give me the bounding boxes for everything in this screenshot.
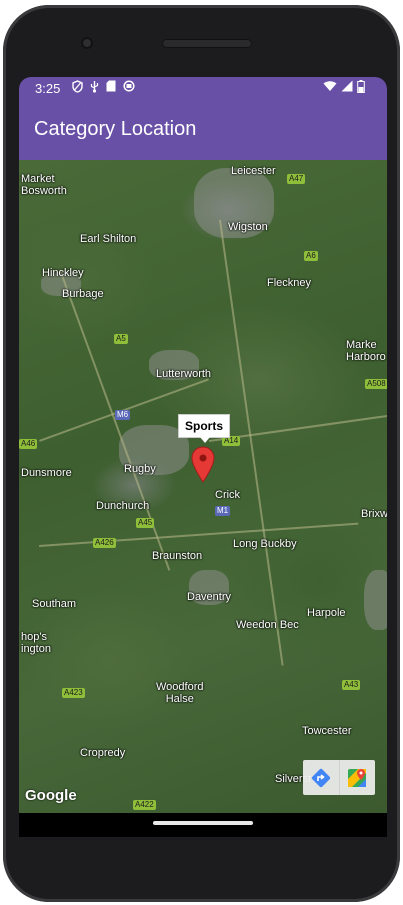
battery-icon [357, 80, 365, 96]
place-hinckley: Hinckley [42, 267, 84, 279]
place-braunston: Braunston [152, 550, 203, 562]
road-label-a422: A422 [133, 800, 156, 810]
road-label-a426: A426 [93, 538, 116, 548]
sd-card-icon [106, 80, 116, 96]
google-attribution-logo: Google [25, 787, 77, 804]
place-lutterworth: Lutterworth [156, 368, 212, 380]
road-label-m6: M6 [115, 410, 131, 420]
place-dunsmore: Dunsmore [21, 467, 72, 479]
wifi-icon [323, 80, 337, 96]
place-long-buckby: Long Buckby [233, 538, 297, 550]
usb-icon [90, 80, 99, 96]
page-title: Category Location [34, 118, 197, 140]
town-area-northampton [364, 570, 387, 630]
place-market-bosworth: Market Bosworth [21, 173, 67, 197]
phone-frame: 3:25 Category Location Leicester Market … [0, 0, 403, 905]
app-screen: 3:25 Category Location Leicester Market … [19, 77, 387, 813]
place-leicester: Leicester [231, 165, 276, 177]
status-bar: 3:25 [19, 77, 387, 99]
directions-icon [311, 768, 330, 787]
place-fleckney: Fleckney [267, 277, 312, 289]
home-gesture-handle[interactable] [153, 821, 253, 825]
earpiece-speaker [162, 39, 252, 48]
place-crick: Crick [215, 489, 241, 501]
sync-icon [123, 80, 135, 96]
place-market-harborough: Marke Harboro [346, 339, 386, 363]
road-label-a423: A423 [62, 688, 85, 698]
road-label-a47: A47 [287, 174, 306, 184]
place-daventry: Daventry [187, 591, 232, 603]
place-rugby: Rugby [124, 463, 156, 475]
place-earl-shilton: Earl Shilton [80, 233, 137, 245]
place-brixworth: Brixw [361, 508, 387, 520]
location-pin-icon[interactable] [191, 446, 215, 486]
road-label-m1: M1 [215, 506, 231, 516]
directions-button[interactable] [303, 760, 339, 795]
shield-icon [72, 80, 83, 96]
place-southam: Southam [32, 598, 77, 610]
status-time: 3:25 [35, 81, 61, 96]
place-wigston: Wigston [228, 221, 268, 233]
road-label-a46: A46 [19, 439, 38, 449]
road-label-a508: A508 [365, 379, 387, 389]
map-toolbar [303, 760, 375, 795]
place-bishops-itchington: hop's ington [21, 631, 51, 655]
signal-icon [341, 80, 353, 96]
place-dunchurch: Dunchurch [96, 500, 150, 512]
system-nav-bar [19, 813, 387, 837]
road-label-a43: A43 [342, 680, 361, 690]
marker-info-window[interactable]: Sports [178, 414, 231, 443]
road-label-a6: A6 [304, 251, 318, 261]
place-woodford-halse: Woodford Halse [156, 681, 204, 705]
place-burbage: Burbage [62, 288, 104, 300]
road-a45 [39, 522, 359, 547]
google-maps-icon [348, 768, 367, 787]
front-camera [81, 37, 93, 49]
place-towcester: Towcester [302, 725, 352, 737]
place-weedon-bec: Weedon Bec [236, 619, 299, 631]
place-harpole: Harpole [307, 607, 346, 619]
map-view[interactable]: Leicester Market Bosworth Earl Shilton W… [19, 160, 387, 813]
status-right-icons [323, 80, 365, 96]
road-label-a5: A5 [114, 334, 128, 344]
status-left-icons [72, 80, 135, 96]
open-in-maps-button[interactable] [338, 760, 376, 795]
road-label-a45: A45 [136, 518, 155, 528]
app-bar: Category Location [19, 99, 387, 160]
place-cropredy: Cropredy [80, 747, 126, 759]
